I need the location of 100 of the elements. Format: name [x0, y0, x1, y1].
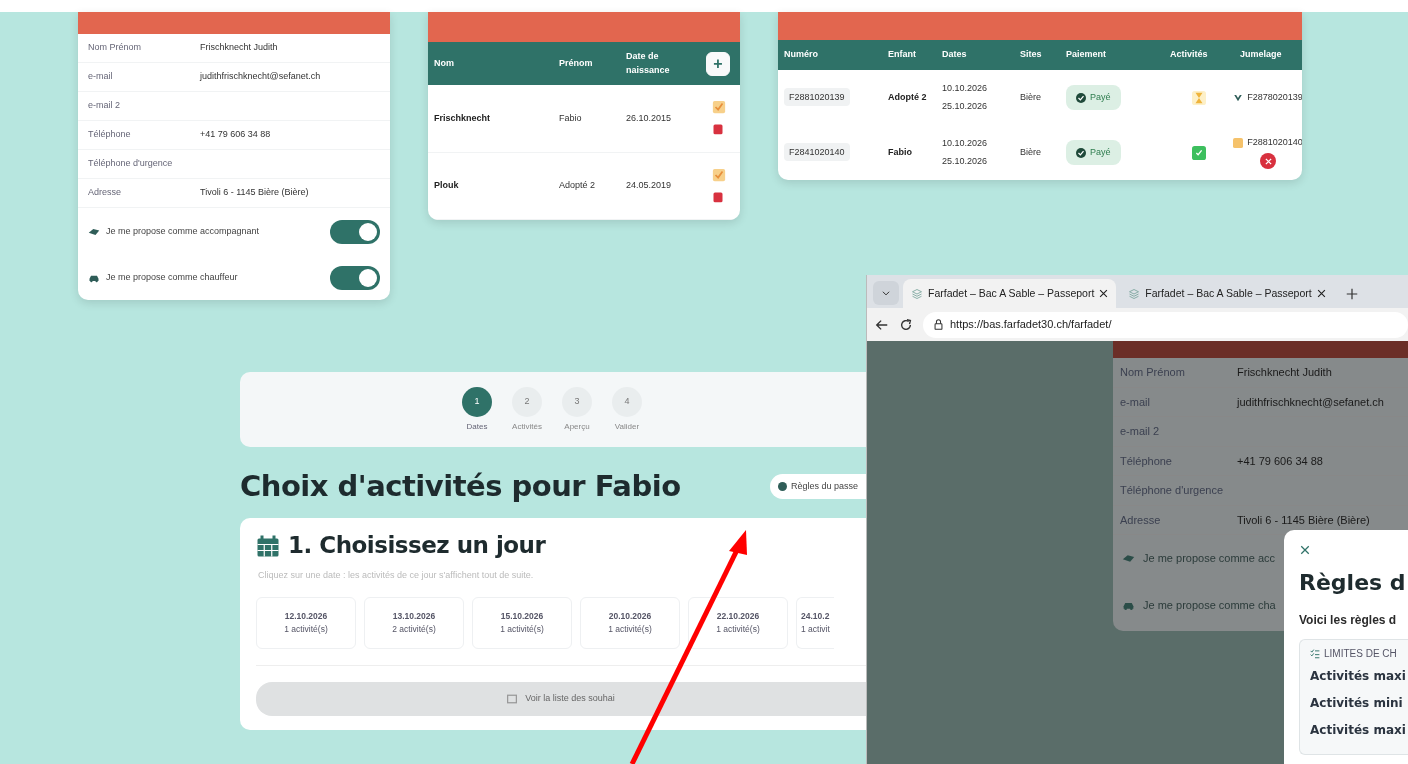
passport-number: F2881020139	[784, 87, 850, 106]
calendar-icon	[256, 533, 280, 558]
field-label: Adresse	[88, 186, 123, 200]
date-from: 10.10.2026	[942, 82, 989, 95]
field-label: Nom Prénom	[1120, 365, 1186, 380]
column-header: Prénom	[558, 56, 594, 70]
table-cell-text: Bière	[1019, 145, 1042, 159]
column-header: Enfant	[887, 48, 917, 62]
toggle-label: Je me propose comme chauffeur	[106, 270, 238, 284]
column-header: Dates	[941, 48, 968, 62]
step-circle[interactable]: 3	[562, 386, 592, 417]
twin-number: F2878020139	[1247, 90, 1302, 104]
passport-number: F2841020140	[784, 142, 850, 161]
column-header: Paiement	[1065, 48, 1108, 62]
stack-icon	[911, 287, 923, 300]
field-value: Tivoli 6 - 1145 Bière (Bière)	[1237, 512, 1370, 528]
section-title: 1. Choisissez un jour	[288, 531, 546, 560]
rule-label: Activités maxi	[1310, 722, 1406, 739]
column-header: Date de naissance	[625, 50, 671, 77]
column-header: Nom	[433, 56, 455, 70]
table-cell-text: Adopté 2	[887, 90, 928, 104]
step-label: Dates	[465, 420, 489, 433]
section-heading: LIMITES DE CH	[1324, 647, 1397, 661]
step-label: Aperçu	[563, 420, 591, 433]
field-value: judithfrischknecht@sefanet.ch	[1237, 394, 1384, 410]
table-cell-text: Bière	[1019, 90, 1042, 104]
payment-badge: Payé	[1066, 139, 1121, 166]
checklist-icon	[1310, 648, 1320, 659]
wishlist-button[interactable]: Voir la liste des souhai	[256, 681, 866, 716]
column-header: Activités	[1169, 48, 1209, 62]
payment-badge: Payé	[1066, 84, 1121, 111]
toggle-label: Je me propose comme accompagnant	[106, 224, 260, 238]
column-header: Jumelage	[1239, 48, 1283, 62]
list-icon	[507, 693, 518, 704]
field-label: Téléphone d'urgence	[1120, 483, 1224, 498]
browser-tab[interactable]: Farfadet – Bac A Sable – Passeport	[1120, 279, 1334, 308]
step-circle[interactable]: 4	[612, 386, 642, 417]
field-label: e-mail 2	[88, 99, 121, 113]
info-icon	[777, 481, 787, 491]
toggle-label: Je me propose comme acc	[1143, 551, 1276, 567]
check-circle-icon	[1076, 147, 1086, 158]
handshake-icon	[1122, 552, 1135, 565]
back-icon[interactable]	[875, 317, 889, 332]
step-label: Activités	[512, 420, 542, 433]
day-option[interactable]: 24.10.2 1 activit	[796, 596, 834, 649]
stack-icon	[1128, 287, 1141, 300]
table-cell: Frischknecht	[428, 85, 553, 152]
close-icon	[1264, 157, 1272, 165]
field-value: Frischknecht Judith	[200, 41, 278, 55]
rule-label: Activités mini	[1310, 695, 1403, 712]
lock-icon	[933, 319, 944, 330]
close-icon	[1316, 289, 1326, 298]
table-cell: Fabio	[553, 85, 620, 152]
step-label: Valider	[613, 420, 641, 433]
field-value: Frischknecht Judith	[1237, 365, 1332, 380]
toggle-label: Je me propose comme cha	[1143, 598, 1276, 614]
day-option[interactable]: 13.10.2026 2 activité(s)	[364, 596, 464, 649]
check-circle-icon	[1076, 92, 1086, 103]
day-option[interactable]: 20.10.2026 1 activité(s)	[580, 596, 680, 649]
table-cell: Adopté 2	[553, 152, 620, 219]
remove-button[interactable]	[1260, 153, 1276, 170]
rules-button[interactable]: Règles du passe	[769, 473, 866, 500]
field-label: Téléphone	[88, 128, 132, 142]
field-label: e-mail	[88, 70, 114, 84]
table-cell-text: Fabio	[887, 145, 913, 159]
close-icon	[1300, 545, 1310, 555]
twin-number: F2881020140	[1247, 135, 1302, 149]
day-option[interactable]: 22.10.2026 1 activité(s)	[688, 596, 788, 649]
address-bar[interactable]: https://bas.farfadet30.ch/farfadet/	[923, 311, 1408, 338]
field-label: e-mail	[1120, 394, 1151, 410]
day-option[interactable]: 15.10.2026 1 activité(s)	[472, 596, 572, 649]
date-to: 25.10.2026	[942, 154, 989, 168]
dialog-intro: Voici les règles d	[1299, 612, 1398, 629]
field-value: +41 79 606 34 88	[200, 128, 271, 142]
field-label: Nom Prénom	[88, 41, 142, 55]
toggle-switch[interactable]	[330, 219, 380, 244]
field-label: Téléphone	[1120, 453, 1173, 469]
step-circle[interactable]: 2	[512, 386, 542, 417]
date-to: 25.10.2026	[942, 99, 989, 113]
table-cell: Plouk	[428, 152, 553, 219]
field-label: Adresse	[1120, 512, 1162, 528]
chevron-down-icon	[881, 288, 891, 298]
field-value: judithfrischknecht@sefanet.ch	[200, 70, 321, 84]
add-button[interactable]: +	[706, 51, 730, 76]
page-title: Choix d'activités pour Fabio	[240, 469, 681, 504]
field-label: e-mail 2	[1120, 424, 1161, 439]
toggle-switch[interactable]	[330, 265, 380, 290]
date-from: 10.10.2026	[942, 137, 989, 150]
plus-icon[interactable]	[1345, 288, 1358, 300]
browser-tab[interactable]: Farfadet – Bac A Sable – Passeport	[903, 279, 1117, 308]
dialog-title: Règles d	[1299, 569, 1407, 597]
column-header: Numéro	[783, 48, 819, 62]
close-button[interactable]	[1299, 544, 1311, 556]
trash-icon[interactable]	[712, 122, 724, 137]
field-value: Tivoli 6 - 1145 Bière (Bière)	[200, 186, 309, 200]
step-circle[interactable]: 1	[462, 386, 492, 417]
reload-icon[interactable]	[899, 317, 913, 332]
field-value: +41 79 606 34 88	[1237, 453, 1323, 469]
field-label: Téléphone d'urgence	[88, 157, 174, 171]
day-option[interactable]: 12.10.2026 1 activité(s)	[256, 596, 356, 649]
